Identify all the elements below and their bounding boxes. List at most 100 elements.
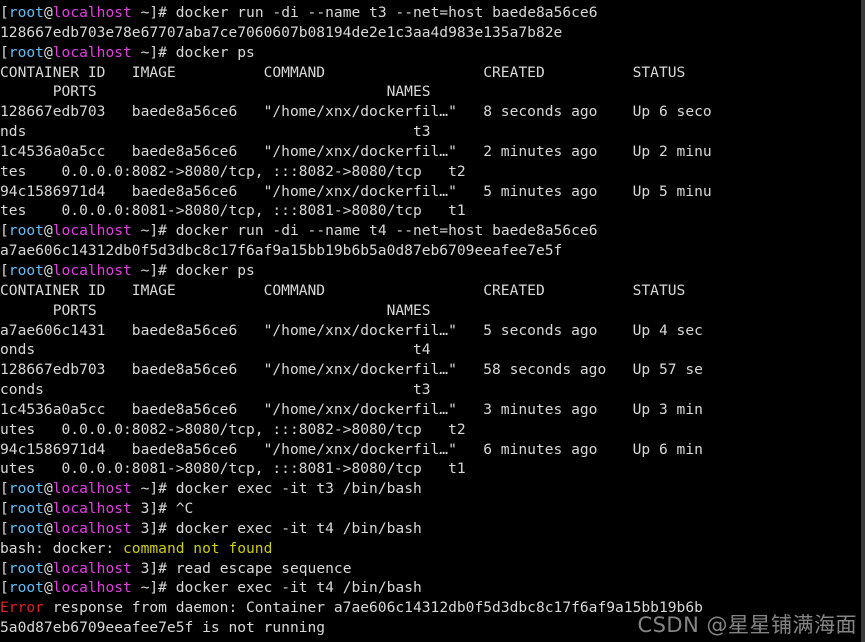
- prompt-cwd: 3]#: [131, 559, 176, 577]
- terminal-output-line: 128667edb703 baede8a56ce6 "/home/xnx/doc…: [0, 102, 865, 122]
- terminal-prompt-line: [root@localhost 3]# read escape sequence: [0, 559, 865, 579]
- prompt-host: localhost: [52, 4, 132, 21]
- terminal-prompt-line: [root@localhost ~]# docker exec -it t3 /…: [0, 479, 865, 499]
- command-text: docker run -di --name t3 --net=host baed…: [175, 4, 598, 21]
- prompt-bracket: [: [0, 261, 9, 279]
- output-text: utes 0.0.0.0:8081->8080/tcp, :::8081->80…: [0, 460, 466, 478]
- prompt-cwd: ~]#: [131, 579, 176, 597]
- prompt-at: @: [43, 261, 53, 279]
- prompt-user: root: [8, 222, 44, 240]
- prompt-cwd: ~]#: [131, 480, 176, 498]
- prompt-at: @: [43, 4, 53, 21]
- output-text: CONTAINER ID IMAGE COMMAND CREATED STATU…: [0, 63, 686, 81]
- terminal-output-line: 1c4536a0a5cc baede8a56ce6 "/home/xnx/doc…: [0, 400, 865, 420]
- prompt-bracket: [: [0, 579, 9, 597]
- error-message: response from daemon: Container a7ae606c…: [43, 599, 703, 617]
- prompt-user: root: [8, 519, 44, 537]
- prompt-cwd: 3]#: [131, 500, 176, 518]
- prompt-host: localhost: [52, 222, 132, 240]
- output-text: 1c4536a0a5cc baede8a56ce6 "/home/xnx/doc…: [0, 142, 712, 160]
- prompt-cwd: 3]#: [131, 519, 176, 537]
- prompt-at: @: [43, 222, 53, 240]
- terminal-scrollbar[interactable]: [861, 0, 865, 642]
- prompt-host: localhost: [52, 43, 132, 61]
- prompt-host: localhost: [52, 579, 132, 597]
- terminal-prompt-line: [root@localhost ~]# docker ps: [0, 43, 865, 63]
- prompt-bracket: [: [0, 222, 9, 240]
- prompt-at: @: [43, 519, 53, 537]
- terminal-output-line: utes 0.0.0.0:8081->8080/tcp, :::8081->80…: [0, 459, 865, 479]
- terminal-output-line: CONTAINER ID IMAGE COMMAND CREATED STATU…: [0, 281, 865, 301]
- prompt-user: root: [8, 261, 44, 279]
- command-text: docker ps: [175, 43, 255, 61]
- prompt-bracket: [: [0, 519, 9, 537]
- prompt-at: @: [43, 500, 53, 518]
- prompt-bracket: [: [0, 480, 9, 498]
- terminal-prompt-line: [root@localhost ~]# docker exec -it t4 /…: [0, 578, 865, 598]
- terminal-output-line: 128667edb703e78e67707aba7ce7060607b08194…: [0, 23, 865, 43]
- prompt-host: localhost: [52, 480, 132, 498]
- prompt-cwd: ~]#: [131, 4, 176, 21]
- output-text: conds t3: [0, 381, 431, 399]
- prompt-host: localhost: [52, 559, 132, 577]
- output-text: PORTS NAMES: [0, 301, 431, 319]
- prompt-user: root: [8, 43, 44, 61]
- terminal-output-line: CONTAINER ID IMAGE COMMAND CREATED STATU…: [0, 63, 865, 83]
- prompt-user: root: [8, 4, 44, 21]
- prompt-host: localhost: [52, 261, 132, 279]
- terminal-prompt-line: [root@localhost 3]# docker exec -it t4 /…: [0, 519, 865, 539]
- output-text: 94c1586971d4 baede8a56ce6 "/home/xnx/doc…: [0, 440, 703, 458]
- terminal-output-line: 94c1586971d4 baede8a56ce6 "/home/xnx/doc…: [0, 182, 865, 202]
- command-text: docker run -di --name t4 --net=host baed…: [175, 222, 598, 240]
- prompt-at: @: [43, 579, 53, 597]
- terminal-output-line: PORTS NAMES: [0, 301, 865, 321]
- terminal-prompt-line: [root@localhost 3]# ^C: [0, 499, 865, 519]
- prompt-user: root: [8, 559, 44, 577]
- terminal-prompt-line: [root@localhost ~]# docker run -di --nam…: [0, 221, 865, 241]
- prompt-bracket: [: [0, 559, 9, 577]
- output-text: 1c4536a0a5cc baede8a56ce6 "/home/xnx/doc…: [0, 400, 703, 418]
- output-text: utes 0.0.0.0:8082->8080/tcp, :::8082->80…: [0, 420, 466, 438]
- terminal-window[interactable]: [root@localhost ~]# docker run -di --nam…: [0, 0, 865, 642]
- terminal-output-line: conds t3: [0, 380, 865, 400]
- command-text: docker exec -it t3 /bin/bash: [175, 480, 422, 498]
- scrollbar-thumb[interactable]: [861, 0, 865, 642]
- output-text: nds t3: [0, 123, 431, 141]
- command-text: ^C: [175, 500, 194, 518]
- output-text: 128667edb703 baede8a56ce6 "/home/xnx/doc…: [0, 103, 712, 121]
- output-text: a7ae606c1431 baede8a56ce6 "/home/xnx/doc…: [0, 321, 703, 339]
- terminal-output-line: tes 0.0.0.0:8081->8080/tcp, :::8081->808…: [0, 201, 865, 221]
- terminal-error-line: Error response from daemon: Container a7…: [0, 598, 865, 618]
- terminal-output-line: 128667edb703 baede8a56ce6 "/home/xnx/doc…: [0, 360, 865, 380]
- terminal-output-line: nds t3: [0, 122, 865, 142]
- prompt-cwd: ~]#: [131, 222, 176, 240]
- terminal-output-line: a7ae606c1431 baede8a56ce6 "/home/xnx/doc…: [0, 321, 865, 341]
- warning-highlight: command not found: [123, 539, 273, 557]
- command-text: docker exec -it t4 /bin/bash: [175, 579, 422, 597]
- prompt-cwd: ~]#: [131, 43, 176, 61]
- output-text: CONTAINER ID IMAGE COMMAND CREATED STATU…: [0, 281, 686, 299]
- command-text: docker exec -it t4 /bin/bash: [175, 519, 422, 537]
- terminal-output-line: a7ae606c14312db0f5d3dbc8c17f6af9a15bb19b…: [0, 241, 865, 261]
- terminal-screen[interactable]: [root@localhost ~]# docker run -di --nam…: [0, 3, 865, 638]
- warning-prefix: bash: docker:: [0, 539, 124, 557]
- output-text: 5a0d87eb6709eeafee7e5f is not running: [0, 619, 326, 637]
- prompt-bracket: [: [0, 4, 9, 21]
- output-text: 128667edb703e78e67707aba7ce7060607b08194…: [0, 23, 563, 41]
- output-text: a7ae606c14312db0f5d3dbc8c17f6af9a15bb19b…: [0, 242, 563, 260]
- prompt-cwd: ~]#: [131, 261, 176, 279]
- prompt-host: localhost: [52, 519, 132, 537]
- terminal-prompt-line: [root@localhost ~]# docker ps: [0, 261, 865, 281]
- terminal-output-line: onds t4: [0, 340, 865, 360]
- prompt-at: @: [43, 559, 53, 577]
- terminal-output-line: 1c4536a0a5cc baede8a56ce6 "/home/xnx/doc…: [0, 142, 865, 162]
- output-text: tes 0.0.0.0:8081->8080/tcp, :::8081->808…: [0, 202, 466, 220]
- output-text: onds t4: [0, 341, 431, 359]
- prompt-bracket: [: [0, 43, 9, 61]
- output-text: 94c1586971d4 baede8a56ce6 "/home/xnx/doc…: [0, 182, 712, 200]
- terminal-warning-line: bash: docker: command not found: [0, 539, 865, 559]
- terminal-output-line: tes 0.0.0.0:8082->8080/tcp, :::8082->808…: [0, 162, 865, 182]
- output-text: 128667edb703 baede8a56ce6 "/home/xnx/doc…: [0, 361, 703, 379]
- command-text: docker ps: [175, 261, 255, 279]
- prompt-user: root: [8, 480, 44, 498]
